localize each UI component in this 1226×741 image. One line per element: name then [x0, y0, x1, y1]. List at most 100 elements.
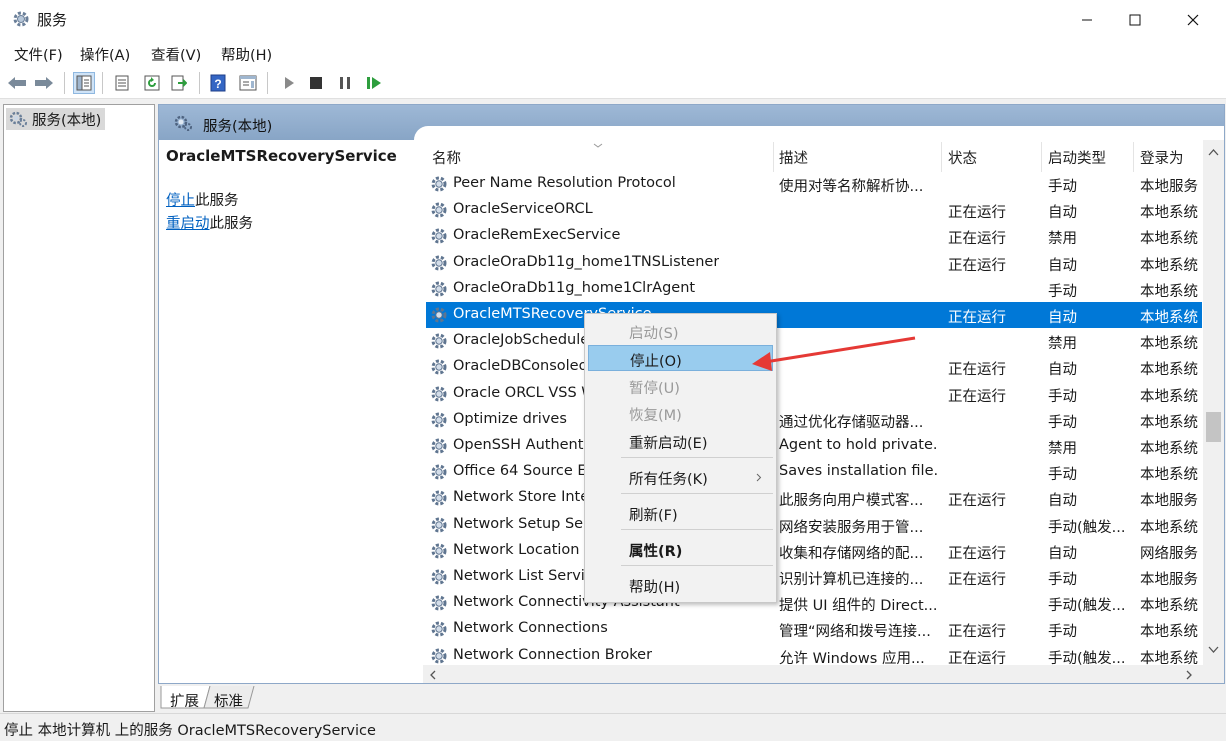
service-description-cell: 使用对等名称解析协...: [779, 179, 924, 195]
column-header-logon-as[interactable]: 登录为: [1140, 147, 1184, 168]
service-row[interactable]: Network Connectivity Assistant 提供 UI 组件的 …: [426, 590, 1202, 616]
restart-service-button[interactable]: [363, 72, 385, 94]
context-menu-resume[interactable]: 恢复(M): [588, 400, 773, 426]
pause-service-button[interactable]: [334, 72, 356, 94]
context-menu-pause[interactable]: 暂停(U): [588, 373, 773, 399]
menu-file[interactable]: 文件(F): [14, 44, 63, 65]
show-hide-action-pane-button[interactable]: [237, 72, 259, 94]
menu-item-label: 属性(R): [629, 544, 683, 560]
window-title: 服务: [37, 11, 68, 29]
service-status-cell: 正在运行: [948, 493, 1006, 510]
column-divider[interactable]: [941, 142, 942, 172]
service-status-cell: 正在运行: [948, 231, 1006, 248]
scroll-up-icon[interactable]: [1208, 148, 1219, 156]
service-status-cell: 正在运行: [948, 545, 1006, 562]
tab-standard[interactable]: 标准: [214, 690, 243, 711]
service-row[interactable]: Optimize drives 通过优化存储驱动器... 手动 本地系统: [426, 407, 1202, 433]
service-row[interactable]: Network Store Interface Service 此服务向用户模式客…: [426, 485, 1202, 511]
service-row[interactable]: OracleOraDb11g_home1ClrAgent 手动 本地系统: [426, 276, 1202, 302]
minimize-button[interactable]: [1064, 0, 1110, 39]
export-list-button[interactable]: [168, 72, 190, 94]
context-menu-restart[interactable]: 重新启动(E): [588, 428, 773, 454]
service-row[interactable]: OracleServiceORCL 正在运行 自动 本地系统: [426, 197, 1202, 223]
export-icon: [171, 75, 187, 91]
service-row[interactable]: Network Location Awareness 收集和存储网络的配... 正在…: [426, 538, 1202, 564]
show-tree-button[interactable]: [73, 72, 95, 94]
play-icon: [285, 77, 294, 89]
column-divider[interactable]: [1133, 142, 1134, 172]
forward-button[interactable]: [33, 72, 55, 94]
tree-node-services-local[interactable]: 服务(本地): [6, 108, 106, 130]
scroll-right-icon[interactable]: [1185, 670, 1193, 680]
service-name-cell: OracleOraDb11g_home1ClrAgent: [453, 279, 696, 296]
service-logon-cell: 本地系统: [1140, 624, 1198, 641]
service-logon-cell: 本地系统: [1140, 283, 1198, 300]
stop-service-button[interactable]: [305, 72, 327, 94]
menu-item-label: 启动(S): [629, 326, 679, 342]
service-row[interactable]: Network Setup Service 网络安装服务用于管... 手动(触发..…: [426, 512, 1202, 538]
stop-service-link[interactable]: 停止: [166, 193, 195, 209]
vertical-scrollbar[interactable]: [1203, 140, 1224, 683]
service-row[interactable]: OpenSSH Authentication Agent Agent to hol…: [426, 433, 1202, 459]
horizontal-scrollbar[interactable]: [423, 665, 1203, 683]
start-service-button[interactable]: [278, 72, 300, 94]
menu-item-label: 恢复(M): [629, 408, 682, 424]
refresh-toolbar-button[interactable]: [141, 72, 163, 94]
service-row[interactable]: Oracle ORCL VSS Writer Service 正在运行 手动 本地系统: [426, 381, 1202, 407]
context-menu-all-tasks[interactable]: 所有任务(K): [588, 464, 773, 490]
column-header-name[interactable]: 名称: [432, 147, 461, 168]
service-row[interactable]: OracleRemExecService 正在运行 禁用 本地系统: [426, 223, 1202, 249]
service-name-cell: Network Connections: [453, 620, 608, 637]
context-menu-help[interactable]: 帮助(H): [588, 572, 773, 598]
service-startup-type-cell: 手动(触发...: [1048, 598, 1126, 615]
service-gear-icon: [431, 359, 447, 375]
service-row[interactable]: Network Connections 管理“网络和拨号连接... 正在运行 手动 本地…: [426, 616, 1202, 642]
service-gear-icon: [431, 333, 447, 349]
service-row[interactable]: Network List Service 识别计算机已连接的... 正在运行 手动 本地…: [426, 564, 1202, 590]
tab-extended[interactable]: 扩展: [170, 690, 199, 711]
service-logon-cell: 本地系统: [1140, 310, 1198, 326]
toolbar: ?: [0, 67, 1226, 99]
close-button[interactable]: [1170, 0, 1216, 39]
maximize-button[interactable]: [1112, 0, 1158, 39]
service-logon-cell: 本地系统: [1140, 519, 1198, 536]
column-divider[interactable]: [1041, 142, 1042, 172]
menu-help[interactable]: 帮助(H): [221, 44, 272, 65]
service-row[interactable]: OracleOraDb11g_home1TNSListener 正在运行 自动 本地系…: [426, 250, 1202, 276]
scroll-left-icon[interactable]: [429, 670, 437, 680]
column-header-startup-type[interactable]: 启动类型: [1048, 147, 1106, 168]
properties-toolbar-button[interactable]: [111, 72, 133, 94]
column-header-status[interactable]: 状态: [948, 147, 977, 168]
column-header-description[interactable]: 描述: [779, 147, 808, 168]
help-toolbar-button[interactable]: ?: [207, 72, 229, 94]
context-menu-properties[interactable]: 属性(R): [588, 536, 773, 562]
service-name-cell: Network List Service: [453, 568, 602, 584]
title-bar: 服务: [0, 0, 1226, 39]
menu-view[interactable]: 查看(V): [151, 44, 201, 65]
service-logon-cell: 本地服务: [1140, 179, 1198, 195]
column-divider[interactable]: [773, 142, 774, 172]
service-startup-type-cell: 自动: [1048, 493, 1077, 510]
menu-separator: [621, 529, 773, 530]
service-startup-type-cell: 禁用: [1048, 336, 1077, 353]
menu-action[interactable]: 操作(A): [80, 44, 130, 65]
service-row[interactable]: Peer Name Resolution Protocol 使用对等名称解析协..…: [426, 171, 1202, 197]
submenu-arrow-icon: [756, 473, 762, 482]
service-row[interactable]: Office 64 Source Engine Saves installatio…: [426, 459, 1202, 485]
stop-service-line: 停止此服务: [166, 189, 406, 210]
context-menu-refresh[interactable]: 刷新(F): [588, 500, 773, 526]
vertical-scroll-thumb[interactable]: [1206, 412, 1221, 442]
service-gear-icon: [431, 490, 447, 506]
service-logon-cell: 本地系统: [1140, 598, 1198, 615]
service-row[interactable]: OracleMTSRecoveryService 正在运行 自动 本地系统: [426, 302, 1202, 328]
restart-service-link[interactable]: 重启动: [166, 216, 210, 232]
restart-service-line: 重启动此服务: [166, 212, 406, 233]
scroll-down-icon[interactable]: [1208, 646, 1219, 654]
back-button[interactable]: [6, 72, 28, 94]
menu-item-label: 刷新(F): [629, 508, 678, 524]
view-tabs: 扩展 标准: [158, 686, 458, 712]
service-startup-type-cell: 手动: [1048, 179, 1077, 195]
service-gear-icon: [431, 517, 447, 533]
status-text: 停止 本地计算机 上的服务 OracleMTSRecoveryService: [4, 723, 376, 739]
service-startup-type-cell: 自动: [1048, 545, 1077, 562]
